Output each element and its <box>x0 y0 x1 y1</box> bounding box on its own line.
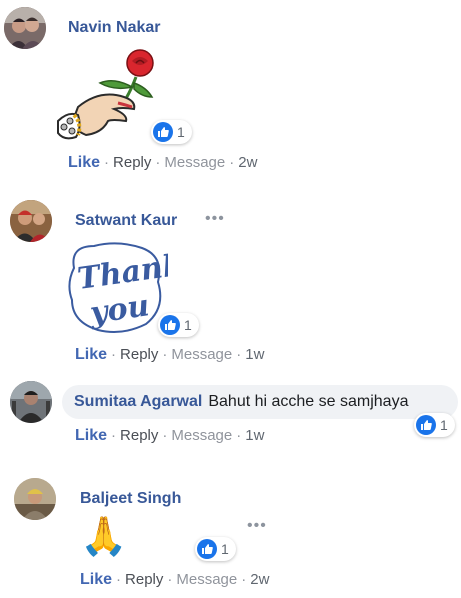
comment-text: Bahut hi acche se samjhaya <box>208 393 409 410</box>
separator: · <box>155 154 161 171</box>
timestamp[interactable]: 2w <box>250 571 269 588</box>
like-button[interactable]: Like <box>68 154 100 171</box>
reaction-count[interactable]: 1 <box>158 313 199 337</box>
reaction-count[interactable]: 1 <box>414 413 455 437</box>
reaction-count[interactable]: 1 <box>195 537 236 561</box>
comment-bubble[interactable]: Sumitaa Agarwal Bahut hi acche se samjha… <box>62 385 458 419</box>
reaction-count-label: 1 <box>177 124 185 140</box>
like-button[interactable]: Like <box>75 346 107 363</box>
comment-satwant-kaur: Satwant Kaur ••• Thank you 1 Like · Reply ·… <box>0 190 461 370</box>
message-button[interactable]: Message <box>176 571 237 588</box>
separator: · <box>162 427 168 444</box>
reaction-count-label: 1 <box>221 541 229 557</box>
separator: · <box>104 154 110 171</box>
comment-baljeet-singh: Baljeet Singh ••• 🙏 1 Like · Reply · Message… <box>0 468 461 598</box>
separator: · <box>229 154 235 171</box>
thumbs-up-icon <box>197 539 217 559</box>
message-button[interactable]: Message <box>164 154 225 171</box>
comment-actions: Like · Reply · Message · 1w <box>75 427 264 445</box>
thumbs-up-icon <box>160 315 180 335</box>
comment-actions: Like · Reply · Message · 2w <box>68 154 257 172</box>
timestamp[interactable]: 1w <box>245 427 264 444</box>
reaction-count-label: 1 <box>184 317 192 333</box>
comment-actions: Like · Reply · Message · 1w <box>75 346 264 364</box>
reaction-count[interactable]: 1 <box>151 120 192 144</box>
author-name[interactable]: Satwant Kaur <box>75 212 177 230</box>
thumbs-up-icon <box>416 415 436 435</box>
timestamp[interactable]: 2w <box>238 154 257 171</box>
comment-actions: Like · Reply · Message · 2w <box>80 571 269 589</box>
avatar[interactable] <box>10 200 52 242</box>
like-button[interactable]: Like <box>80 571 112 588</box>
timestamp[interactable]: 1w <box>245 346 264 363</box>
reply-button[interactable]: Reply <box>120 346 158 363</box>
thumbs-up-icon <box>153 122 173 142</box>
separator: · <box>236 427 242 444</box>
separator: · <box>236 346 242 363</box>
rose-in-hand-sticker <box>52 43 160 151</box>
comment-navin-nakar: Navin Nakar 1 Like · Reply · Message · 2… <box>0 0 461 180</box>
separator: · <box>111 427 117 444</box>
thank-you-sticker: Thank you <box>64 238 185 338</box>
separator: · <box>116 571 122 588</box>
avatar[interactable] <box>10 381 52 423</box>
separator: · <box>167 571 173 588</box>
reply-button[interactable]: Reply <box>113 154 151 171</box>
author-name[interactable]: Sumitaa Agarwal <box>74 393 202 411</box>
folded-hands-emoji: 🙏 <box>80 514 128 558</box>
message-button[interactable]: Message <box>171 427 232 444</box>
reply-button[interactable]: Reply <box>125 571 163 588</box>
avatar[interactable] <box>14 478 56 520</box>
more-dots-icon[interactable]: ••• <box>247 517 267 535</box>
separator: · <box>162 346 168 363</box>
avatar[interactable] <box>4 7 46 49</box>
separator: · <box>241 571 247 588</box>
reaction-count-label: 1 <box>440 417 448 433</box>
comment-sumitaa-agarwal: Sumitaa Agarwal Bahut hi acche se samjha… <box>0 375 461 455</box>
author-name[interactable]: Baljeet Singh <box>80 490 181 508</box>
reply-button[interactable]: Reply <box>120 427 158 444</box>
separator: · <box>111 346 117 363</box>
like-button[interactable]: Like <box>75 427 107 444</box>
author-name[interactable]: Navin Nakar <box>68 19 161 37</box>
message-button[interactable]: Message <box>171 346 232 363</box>
more-dots-icon[interactable]: ••• <box>205 210 225 228</box>
